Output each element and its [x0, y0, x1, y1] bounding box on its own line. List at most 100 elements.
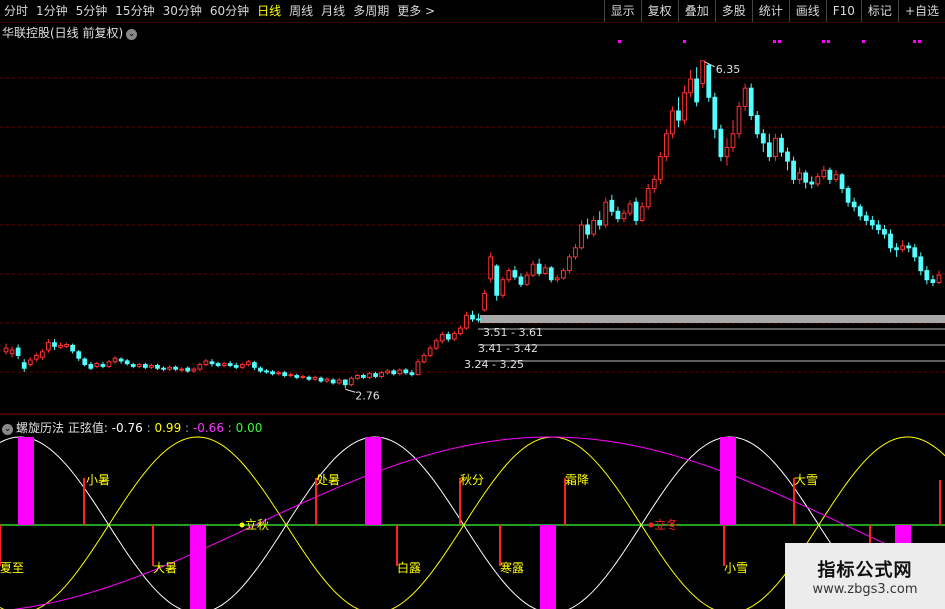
- solar-term-label: 处暑: [316, 473, 340, 487]
- candle: [579, 220, 584, 250]
- candle: [9, 346, 15, 358]
- candle: [306, 375, 312, 381]
- candle: [409, 370, 415, 377]
- candle: [754, 110, 760, 139]
- pulse-bar: [720, 437, 736, 525]
- candle: [451, 330, 457, 341]
- candle: [112, 356, 118, 364]
- solar-term-label: 秋分: [460, 473, 484, 487]
- candle: [779, 133, 784, 157]
- candle: [542, 264, 548, 276]
- candle: [149, 363, 154, 370]
- pulse-bar: [895, 525, 911, 543]
- stock-title[interactable]: 华联控股(日线 前复权) ⌄: [2, 24, 138, 41]
- candle: [839, 173, 845, 194]
- candle: [118, 357, 124, 364]
- candle: [415, 359, 421, 376]
- candle: [718, 124, 724, 162]
- solar-term-label: 小雪: [724, 561, 748, 575]
- solar-term-marker: 大暑: [152, 525, 177, 575]
- chevron-down-icon[interactable]: ⌄: [126, 29, 138, 40]
- signal-dot: [913, 40, 916, 43]
- watermark-title: 指标公式网: [817, 559, 913, 581]
- candle: [603, 197, 609, 228]
- candle: [403, 368, 409, 375]
- candle: [876, 220, 881, 235]
- resistance-band: [480, 315, 945, 323]
- solar-term-marker: 处暑: [315, 473, 340, 525]
- candle: [500, 276, 506, 298]
- candle: [203, 359, 209, 367]
- solar-term-marker: 寒露: [499, 525, 524, 575]
- candle: [609, 194, 615, 216]
- candle: [373, 371, 378, 379]
- candle: [851, 197, 857, 212]
- candle: [361, 373, 366, 380]
- candle: [833, 170, 839, 183]
- candle: [385, 369, 391, 375]
- candle: [445, 331, 451, 342]
- candle: [288, 372, 294, 378]
- indicator-value-yellow: 0.99: [154, 421, 182, 435]
- candle: [264, 369, 269, 374]
- candle: [136, 362, 142, 369]
- top-markers: [618, 40, 921, 43]
- candle: [330, 378, 336, 385]
- candle: [312, 375, 318, 381]
- candle: [773, 133, 778, 162]
- candle: [367, 371, 372, 380]
- candle: [179, 367, 185, 372]
- candle: [397, 368, 403, 376]
- candle: [155, 363, 160, 371]
- pulse-bar: [190, 525, 206, 609]
- candle: [239, 362, 245, 370]
- candle: [633, 197, 639, 225]
- zone-label: 3.24 - 3.25: [464, 358, 524, 371]
- candle: [821, 165, 827, 180]
- candle: [433, 338, 439, 350]
- candle: [391, 369, 397, 376]
- candle: [482, 289, 487, 312]
- candle: [470, 310, 475, 322]
- candle: [252, 360, 257, 371]
- candle: [827, 167, 833, 184]
- chevron-down-icon[interactable]: ⌄: [2, 424, 13, 435]
- candle: [567, 254, 572, 274]
- candle: [791, 156, 796, 184]
- candle: [663, 129, 669, 162]
- candle: [488, 252, 494, 283]
- zone-label: 3.51 - 3.61: [483, 326, 543, 339]
- candle: [560, 267, 566, 280]
- solar-term-label: 大暑: [153, 561, 177, 575]
- chart-canvas: 3.51 - 3.61 3.41 - 3.42 3.24 - 3.25 6.35 2.…: [0, 40, 945, 609]
- candle: [936, 270, 942, 285]
- candle: [857, 204, 863, 221]
- indicator-name: 螺旋历法: [16, 421, 65, 435]
- candle: [52, 339, 57, 350]
- solar-term-label: 白露: [397, 560, 421, 575]
- candle: [336, 378, 342, 385]
- candle: [33, 352, 39, 362]
- candle: [676, 97, 681, 128]
- candle: [845, 185, 851, 207]
- candle: [930, 275, 936, 287]
- candle: [536, 258, 542, 277]
- candle: [639, 202, 645, 223]
- high-label: 6.35: [716, 63, 741, 76]
- signal-dot: [618, 40, 621, 43]
- candle: [518, 273, 524, 288]
- candle: [512, 266, 518, 280]
- indicator-value-green: 0.00: [235, 421, 263, 435]
- candle: [70, 343, 76, 354]
- candle: [348, 376, 354, 387]
- zone-label: 3.41 - 3.42: [478, 342, 538, 355]
- signal-dot: [827, 40, 830, 43]
- candle: [730, 120, 736, 153]
- candle: [215, 361, 221, 368]
- candle: [300, 374, 306, 380]
- candle: [464, 311, 469, 330]
- candle: [494, 264, 500, 301]
- solar-term-label: 大雪: [794, 473, 818, 487]
- stock-title-text: 华联控股(日线 前复权): [2, 26, 124, 40]
- candle: [694, 67, 700, 107]
